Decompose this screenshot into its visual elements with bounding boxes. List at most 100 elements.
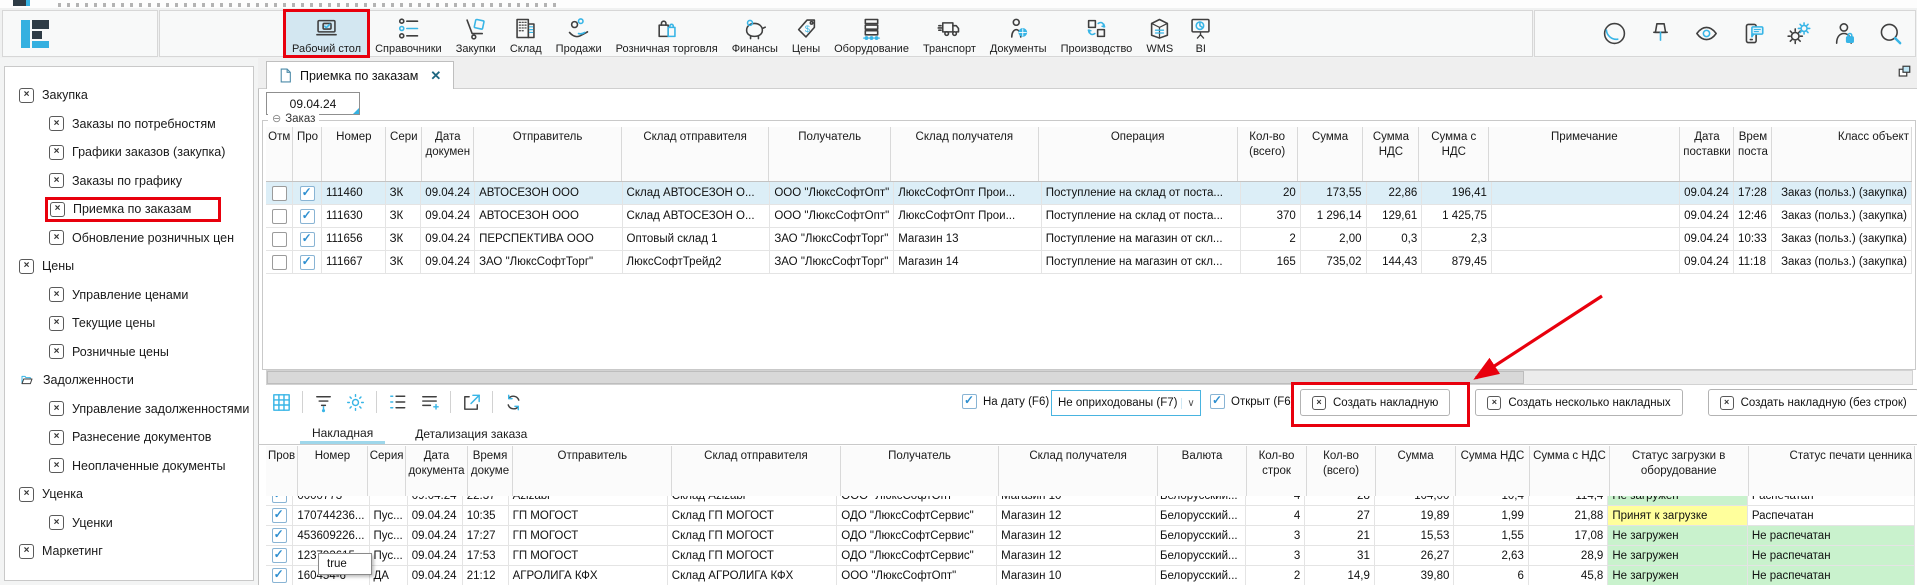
- row-checkbox-cell[interactable]: [266, 182, 293, 205]
- ribbon-item-bi[interactable]: BI: [1180, 11, 1221, 56]
- column-header[interactable]: Кол-во строк: [1247, 446, 1307, 496]
- column-header[interactable]: Статус загрузки в оборудование: [1609, 446, 1748, 496]
- ribbon-item-desktop[interactable]: Рабочий стол: [285, 11, 368, 56]
- table-row[interactable]: 111656ЗК09.04.24ПЕРСПЕКТИВА ООООптовый с…: [266, 228, 1912, 251]
- sidebar-item-4[interactable]: Приемка по заказам: [5, 195, 253, 224]
- row-checkbox-cell[interactable]: [293, 251, 322, 274]
- column-header[interactable]: Сумма с НДС: [1530, 446, 1609, 496]
- ribbon-item-documents[interactable]: Документы: [983, 11, 1054, 56]
- ribbon-item-catalog[interactable]: Справочники: [368, 11, 449, 56]
- row-checkbox-cell[interactable]: [266, 496, 293, 506]
- sidebar-item-15[interactable]: Уценки: [5, 509, 253, 538]
- horizontal-scrollbar[interactable]: [266, 370, 1913, 385]
- column-header[interactable]: Получатель: [840, 446, 999, 496]
- sidebar-item-9[interactable]: Розничные цены: [5, 338, 253, 367]
- sidebar-item-13[interactable]: Неоплаченные документы: [5, 452, 253, 481]
- column-header[interactable]: Кол-во (всего): [1306, 446, 1376, 496]
- sidebar-item-1[interactable]: Заказы по потребностям: [5, 110, 253, 139]
- sidebar-item-2[interactable]: Графики заказов (закупка): [5, 138, 253, 167]
- table-row[interactable]: 111667ЗК09.04.24ЗАО "ЛюксСофтТорг"ЛюксСо…: [266, 251, 1912, 274]
- column-header[interactable]: Склад получателя: [999, 446, 1158, 496]
- ribbon-item-prices[interactable]: $ Цены: [785, 11, 827, 56]
- column-header[interactable]: Склад отправителя: [672, 446, 841, 496]
- row-checkbox-cell[interactable]: [266, 546, 293, 566]
- row-checkbox-cell[interactable]: [266, 228, 293, 251]
- column-header[interactable]: Номер: [322, 127, 386, 182]
- pie-button[interactable]: [1600, 19, 1629, 48]
- column-header[interactable]: Отправитель: [474, 127, 622, 182]
- collapse-icon[interactable]: ⊖: [272, 112, 281, 125]
- column-header[interactable]: Статус печати ценника: [1748, 446, 1914, 496]
- ribbon-item-retail[interactable]: Розничная торговля: [609, 11, 725, 56]
- column-header[interactable]: Сумма с НДС: [1419, 127, 1489, 182]
- on-date-filter[interactable]: На дату (F6): [962, 394, 1049, 409]
- ribbon-item-transport[interactable]: Транспорт: [916, 11, 983, 56]
- row-checkbox-cell[interactable]: [266, 566, 293, 585]
- gear-toolbutton[interactable]: [344, 391, 367, 414]
- sidebar-item-5[interactable]: Обновление розничных цен: [5, 224, 253, 253]
- sidebar-item-14[interactable]: Уценка: [5, 480, 253, 509]
- column-header[interactable]: Сумма НДС: [1363, 127, 1419, 182]
- column-header[interactable]: Пров: [266, 446, 298, 496]
- ribbon-item-finance[interactable]: Финансы: [725, 11, 785, 56]
- ribbon-item-warehouse[interactable]: Склад: [503, 11, 549, 56]
- column-header[interactable]: Сумма: [1376, 446, 1455, 496]
- table-row[interactable]: 123793615...Пус...09.04.2417:53ГП МОГОСТ…: [266, 546, 1915, 566]
- close-icon[interactable]: ✕: [430, 68, 441, 84]
- create-invoice-button-0[interactable]: Создать накладную: [1300, 389, 1450, 416]
- row-checkbox-cell[interactable]: [293, 228, 322, 251]
- column-header[interactable]: Валюта: [1157, 446, 1246, 496]
- table-row[interactable]: 111630ЗК09.04.24АВТОСЕЗОН ОООСклад АВТОС…: [266, 205, 1912, 228]
- ribbon-item-equipment[interactable]: Оборудование: [827, 11, 916, 56]
- column-header[interactable]: Дата докумен: [422, 127, 474, 182]
- row-checkbox-cell[interactable]: [266, 251, 293, 274]
- sidebar-item-7[interactable]: Управление ценами: [5, 281, 253, 310]
- sidebar-item-11[interactable]: Управление задолженностями: [5, 395, 253, 424]
- search-button[interactable]: [1876, 19, 1905, 48]
- numlist-toolbutton[interactable]: [386, 391, 409, 414]
- column-header[interactable]: Серия: [367, 446, 406, 496]
- create-invoice-button-1[interactable]: Создать несколько накладных: [1475, 389, 1682, 416]
- sidebar-item-6[interactable]: Цены: [5, 252, 253, 281]
- chat-button[interactable]: [1738, 19, 1767, 48]
- sidebar-item-0[interactable]: Закупка: [5, 81, 253, 110]
- tab-priemka-po-zakazam[interactable]: Приемка по заказам ✕: [266, 61, 454, 89]
- column-header[interactable]: Про: [293, 127, 322, 182]
- column-header[interactable]: Склад получателя: [891, 127, 1039, 182]
- window-restore-icon[interactable]: [1897, 64, 1912, 79]
- bottom-tab-1[interactable]: Детализация заказа: [403, 424, 539, 444]
- sidebar-item-10[interactable]: Задолженности: [5, 366, 253, 395]
- column-header[interactable]: Получатель: [769, 127, 891, 182]
- listplus-toolbutton[interactable]: [418, 391, 441, 414]
- ribbon-item-production[interactable]: Производство: [1054, 11, 1140, 56]
- pin-button[interactable]: [1646, 19, 1675, 48]
- refresh-toolbutton[interactable]: [502, 391, 525, 414]
- orders-group-label[interactable]: ⊖ Заказ: [268, 112, 319, 125]
- column-header[interactable]: Кол-во (всего): [1237, 127, 1297, 182]
- column-header[interactable]: Время докуме: [467, 446, 513, 496]
- sidebar-item-8[interactable]: Текущие цены: [5, 309, 253, 338]
- table-row[interactable]: 170744236...Пус...09.04.2410:35ГП МОГОСТ…: [266, 506, 1915, 526]
- settings-button[interactable]: [1784, 19, 1813, 48]
- sidebar-item-12[interactable]: Разнесение документов: [5, 423, 253, 452]
- column-header[interactable]: Отм: [266, 127, 293, 182]
- column-header[interactable]: Сумма НДС: [1455, 446, 1529, 496]
- column-header[interactable]: Класс объект: [1772, 127, 1912, 182]
- grid-toolbutton[interactable]: [270, 391, 293, 414]
- table-row[interactable]: 111460ЗК09.04.24АВТОСЕЗОН ОООСклад АВТОС…: [266, 182, 1912, 205]
- row-checkbox-cell[interactable]: [293, 182, 322, 205]
- column-header[interactable]: Номер: [298, 446, 368, 496]
- row-checkbox-cell[interactable]: [293, 205, 322, 228]
- filter-toolbutton[interactable]: [312, 391, 335, 414]
- open-filter[interactable]: Открыт (F6): [1210, 394, 1294, 409]
- eye-button[interactable]: [1692, 19, 1721, 48]
- column-header[interactable]: Дата поставки: [1680, 127, 1734, 182]
- column-header[interactable]: Отправитель: [513, 446, 672, 496]
- user-lock-button[interactable]: [1830, 19, 1859, 48]
- row-checkbox-cell[interactable]: [266, 526, 293, 546]
- row-checkbox-cell[interactable]: [266, 205, 293, 228]
- row-checkbox-cell[interactable]: [266, 506, 293, 526]
- ribbon-item-purchases[interactable]: Закупки: [449, 11, 503, 56]
- table-row[interactable]: 000077309.04.2422:37AzizabiСклад Azizabi…: [266, 496, 1915, 506]
- status-filter-dropdown[interactable]: Не оприходованы (F7) ∨: [1051, 390, 1201, 416]
